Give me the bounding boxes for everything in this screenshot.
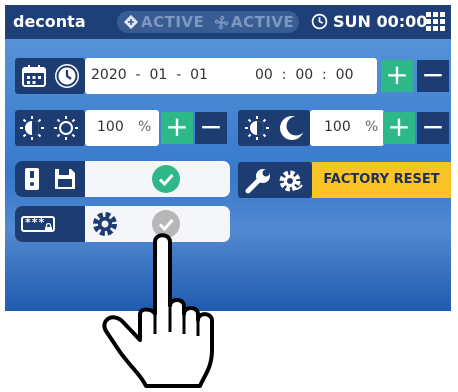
brightness-night-minus-button[interactable]: − (417, 112, 449, 144)
wrench-icon (245, 169, 270, 194)
check-icon[interactable] (152, 165, 180, 193)
brightness-night-icon (245, 116, 269, 140)
password-icon-block: *** (15, 206, 85, 242)
brightness-night-field[interactable]: 100 % (310, 110, 384, 146)
mode-status-pill[interactable]: ACTIVE ACTIVE (117, 11, 299, 33)
mode-label-1: ACTIVE (141, 13, 205, 31)
save-icon (55, 169, 75, 189)
brightness-day-icon-block (15, 110, 85, 146)
sd-card-icon (25, 168, 39, 190)
brand-label: deconta (13, 12, 86, 31)
brightness-day-minus-button[interactable]: − (195, 112, 227, 144)
diamond-mode-icon (123, 14, 139, 30)
fan-icon (214, 15, 229, 30)
datetime-field[interactable]: 2020 - 01 - 01 00 : 00 : 00 (85, 58, 377, 94)
save-row[interactable] (15, 161, 230, 197)
brightness-day-unit: % (138, 119, 152, 135)
brightness-night-value: 100 (324, 119, 351, 135)
moon-icon (280, 116, 306, 140)
clock-icon (311, 13, 328, 30)
password-mask: *** (25, 216, 46, 229)
mode-label-2: ACTIVE (231, 13, 295, 31)
day-time-label: SUN 00:00 (333, 12, 428, 31)
brightness-night-unit: % (365, 119, 379, 135)
gear-reset-icon (279, 170, 303, 192)
datetime-icon-block (15, 58, 85, 94)
save-icon-block (15, 161, 85, 197)
hand-pointer-icon (102, 233, 214, 388)
factory-reset-button[interactable]: FACTORY RESET (312, 162, 451, 198)
password-lock-icon: *** (21, 216, 55, 232)
brightness-day-icon (20, 116, 44, 140)
datetime-plus-button[interactable]: + (381, 60, 413, 92)
time-value[interactable]: 00 : 00 : 00 (255, 67, 353, 83)
brightness-night-icon-block (238, 110, 310, 146)
sun-icon (54, 116, 78, 140)
brightness-day-value: 100 (97, 119, 124, 135)
brightness-day-field[interactable]: 100 % (85, 110, 159, 146)
grid-menu-icon[interactable] (426, 12, 446, 32)
date-value[interactable]: 2020 - 01 - 01 (91, 67, 208, 83)
datetime-minus-button[interactable]: − (417, 60, 449, 92)
brightness-night-plus-button[interactable]: + (383, 112, 415, 144)
top-bar: deconta ACTIVE ACTIVE SUN 00:00 (5, 5, 451, 39)
factory-reset-icon-block (238, 162, 312, 198)
lock-icon (45, 223, 52, 232)
brightness-day-plus-button[interactable]: + (161, 112, 193, 144)
clock-icon (55, 64, 79, 88)
calendar-icon (22, 65, 46, 87)
